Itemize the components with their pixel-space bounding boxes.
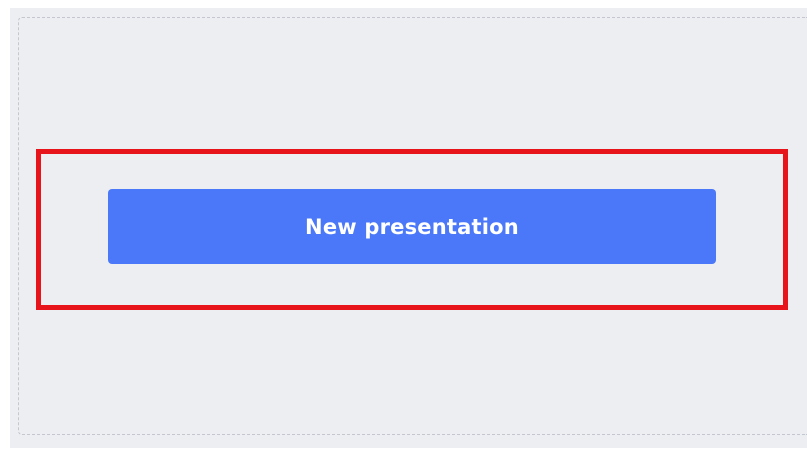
- new-presentation-button[interactable]: New presentation: [108, 189, 716, 264]
- page: New presentation: [0, 0, 807, 450]
